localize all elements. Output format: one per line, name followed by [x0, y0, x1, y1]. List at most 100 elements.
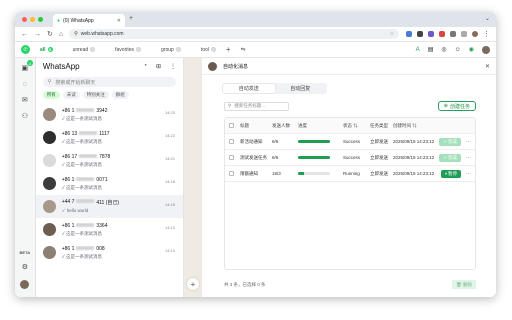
profile-avatar[interactable]	[20, 280, 30, 289]
download-icon[interactable]	[461, 31, 467, 37]
extension-icon[interactable]	[406, 31, 412, 37]
header-actions: ◔ ⊞ ⋮	[143, 63, 176, 70]
header-status[interactable]: 状态 ⇅	[343, 123, 370, 129]
chat-name-suffix: 3942	[96, 107, 108, 114]
filter-chip[interactable]: 未读	[62, 91, 80, 99]
chat-name: +86 17 7878	[62, 153, 176, 160]
settings-sliders-icon[interactable]: ⇋	[241, 46, 246, 53]
bookmark-star-icon[interactable]: ☆	[390, 31, 394, 37]
menu-icon[interactable]: ⋮	[170, 63, 176, 70]
extension-icon[interactable]	[428, 31, 434, 37]
row-checkbox[interactable]	[229, 154, 234, 160]
row-checkbox[interactable]	[229, 138, 234, 144]
browser-tab[interactable]: ● (0) WhatsApp ✕	[53, 14, 125, 27]
chat-name: +44 7 411 (自己)	[62, 199, 176, 206]
add-tab-icon[interactable]: +	[226, 45, 231, 54]
home-icon[interactable]: ⌂	[59, 31, 63, 38]
more-icon[interactable]: ⋯	[466, 171, 471, 177]
chat-name: +86 1 0071	[62, 176, 176, 183]
tab-auto-reply[interactable]: 自动回复	[275, 84, 327, 93]
list-item[interactable]: +86 1 3364 ✓ 这是一条测试消息 14:13	[36, 218, 183, 241]
filter-tab-group[interactable]: group 0	[161, 47, 181, 53]
chat-bubble-icon[interactable]: ◉	[469, 46, 474, 53]
chat-preview: ✓ 这是一条测试消息	[61, 184, 103, 190]
add-icon[interactable]: +	[187, 278, 199, 290]
table-row: 限额通知 18/3 Running 立即发送 2025/09/19 14:23:12 ⏸ 暂…	[225, 166, 475, 182]
translate-icon[interactable]: A	[416, 47, 420, 53]
row-checkbox[interactable]	[229, 170, 234, 176]
forward-icon[interactable]: →	[34, 31, 41, 38]
maximize-window-button[interactable]	[38, 17, 43, 22]
selection-summary: 共 3 条，已选择 0 条	[224, 281, 266, 287]
progress-fill	[298, 172, 304, 175]
task-table: 标题 发送人数 进度 状态 ⇅ 任务类型 创建时间 ⇅ 新活动通知 6/6 Succ…	[224, 117, 476, 270]
contacts-icon[interactable]: ◎	[441, 46, 446, 53]
avatar	[42, 154, 56, 167]
account-avatar[interactable]	[482, 45, 490, 54]
tab-close-icon[interactable]: ✕	[117, 18, 121, 24]
chat-filter-chips: 所有 未读 特别关注 群组	[36, 87, 183, 103]
extension-icon[interactable]	[417, 31, 423, 37]
profile-avatar[interactable]	[472, 31, 478, 37]
chat-preview: ✓ 这是一条测试消息	[61, 115, 103, 121]
list-item[interactable]: +86 13 1117 ✓ 这是一条测试消息 14:22	[36, 126, 183, 149]
chats-icon[interactable]: ▣ 3	[21, 60, 33, 72]
list-item[interactable]: +86 1 0071 ✓ 这是一条测试消息 14:18	[36, 172, 183, 195]
filter-tab-unread[interactable]: unread 0	[73, 47, 96, 53]
tab-list-chevron-icon[interactable]: ⌄	[485, 15, 490, 22]
pause-button[interactable]: ⏸ 暂停	[440, 169, 461, 178]
filter-chip[interactable]: 特别关注	[82, 91, 109, 99]
tab-auto-send[interactable]: 自动发送	[223, 84, 275, 93]
trash-icon: 🗑	[456, 281, 462, 287]
done-button[interactable]: ✓ 完成	[439, 153, 461, 162]
url-field[interactable]: ⚲ web.whatsapp.com ☆	[69, 29, 400, 39]
count-badge: 0	[175, 47, 181, 52]
minimize-window-button[interactable]	[30, 17, 35, 22]
communities-icon[interactable]: ⚇	[21, 112, 29, 120]
new-tab-icon[interactable]: +	[129, 15, 133, 22]
delete-button[interactable]: 🗑 删除	[452, 280, 476, 289]
extension-icon[interactable]	[439, 31, 445, 37]
close-icon[interactable]: ✕	[485, 63, 490, 70]
filter-chip[interactable]: 群组	[111, 91, 129, 99]
gear-icon[interactable]: ⚙	[21, 263, 29, 271]
check-icon: ✓	[443, 138, 447, 144]
back-icon[interactable]: ←	[21, 31, 28, 38]
task-search-input[interactable]: ⚲ 搜索任务标题...	[224, 101, 289, 111]
chat-time: 14:13	[164, 248, 175, 253]
filter-chip[interactable]: 所有	[42, 91, 60, 99]
list-item[interactable]: +44 7 411 (自己) ✓ hello world 14:16	[35, 195, 183, 218]
channels-icon[interactable]: ✉	[21, 96, 29, 104]
list-item[interactable]: +86 1 008 ✓ 这是一条测试消息 14:13	[36, 241, 183, 264]
new-community-icon[interactable]: ◔	[143, 63, 147, 70]
new-chat-icon[interactable]: ⊞	[156, 63, 161, 70]
more-icon[interactable]: ⋯	[466, 139, 471, 145]
list-item[interactable]: +86 17 7878 ✓ 这是一条测试消息 14:21	[36, 149, 183, 172]
user-icon[interactable]: ☺	[455, 47, 461, 53]
puzzle-icon[interactable]	[450, 31, 456, 37]
filter-tab-tool[interactable]: tool 0	[201, 47, 216, 53]
filter-tab-favorites[interactable]: favorites 0	[115, 47, 142, 53]
status-icon[interactable]: ◌	[21, 80, 29, 88]
filter-tab-all[interactable]: all 5	[40, 47, 53, 53]
chat-background-strip: +	[184, 58, 202, 297]
app-title: WhatsApp	[42, 61, 80, 71]
done-button[interactable]: ✓ 完成	[439, 137, 461, 146]
search-icon: ⚲	[228, 103, 232, 108]
close-window-button[interactable]	[22, 17, 27, 22]
row-actions: ✓ 完成 ⋯	[437, 153, 471, 162]
reload-icon[interactable]: ↻	[47, 30, 53, 38]
header-created[interactable]: 创建时间 ⇅	[393, 123, 437, 129]
chat-search-input[interactable]: ⚲ 搜索或开始新聊天	[42, 77, 176, 87]
document-icon[interactable]: ▤	[428, 46, 434, 53]
more-icon[interactable]: ⋯	[466, 155, 471, 161]
row-created: 2025/09/19 14:23:12	[393, 139, 435, 144]
site-info-icon[interactable]: ⚲	[74, 31, 78, 37]
chat-name-suffix: 1117	[99, 130, 110, 137]
select-all-checkbox[interactable]	[229, 122, 234, 128]
create-task-button[interactable]: ⊕ 创建任务	[437, 101, 476, 111]
menu-kebab-icon[interactable]: ⋮	[483, 30, 490, 38]
list-item[interactable]: +86 1 3942 ✓ 这是一条测试消息 14:23	[36, 103, 183, 126]
search-icon: ⚲	[47, 79, 52, 85]
avatar	[42, 177, 56, 190]
